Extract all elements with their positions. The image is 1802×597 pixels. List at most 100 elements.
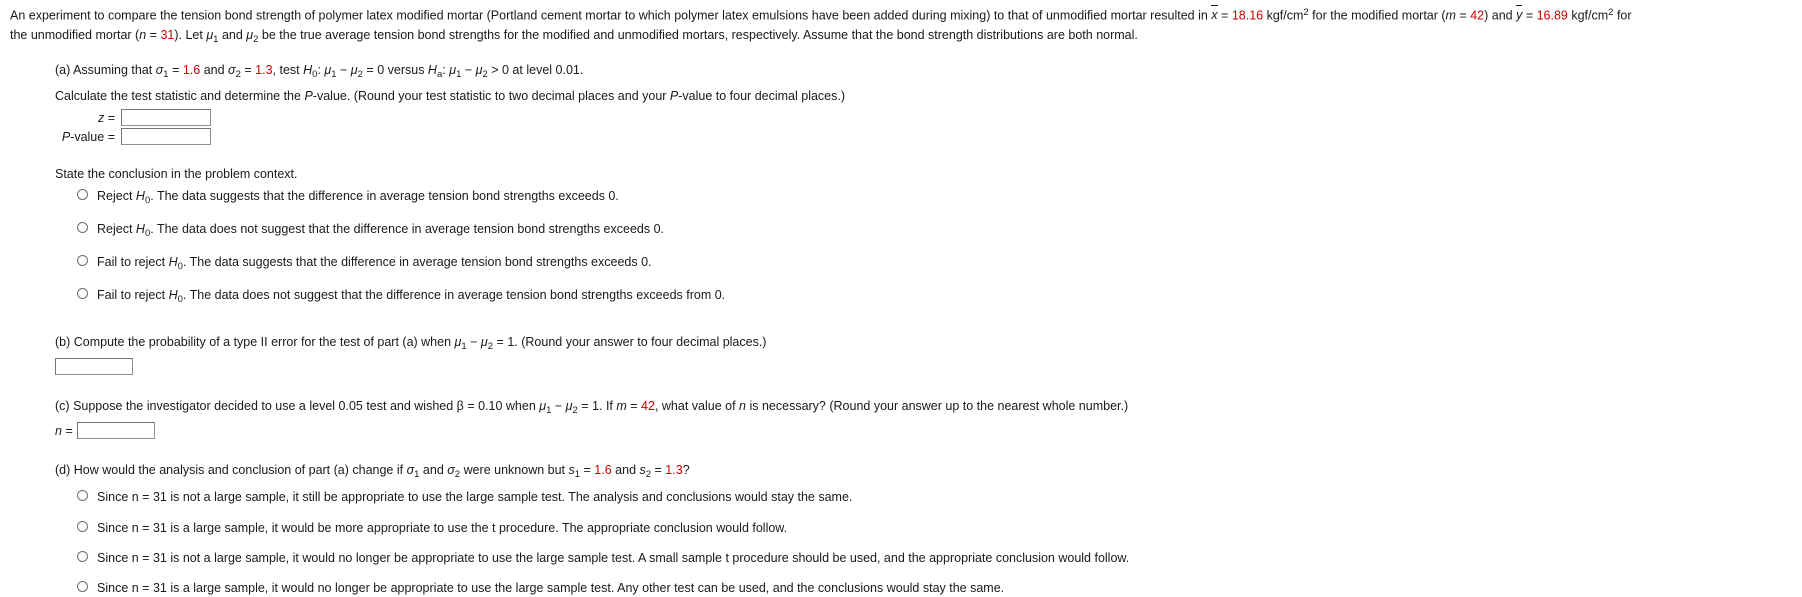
xbar-value: 18.16 [1231, 8, 1264, 23]
n-value: 31 [160, 27, 175, 42]
radio-icon[interactable] [77, 222, 88, 234]
part-d-section: (d) How would the analysis and conclusio… [0, 461, 1802, 597]
s2-subscript: 2 [645, 469, 652, 481]
option-label: Fail to reject H0. The data suggests tha… [97, 255, 652, 273]
sigma2-value: 1.3 [255, 63, 273, 78]
intro-text-mid: for the modified mortar ( [1308, 8, 1446, 23]
p-italic-2: P [669, 88, 679, 103]
part-a-label: (a) [55, 63, 71, 78]
intro-line2-pre: the unmodified mortar ( [10, 27, 140, 42]
h0-symbol: H [303, 63, 313, 78]
intro-text-for: for [1613, 8, 1632, 23]
mu1-ref2-sub: 1 [456, 69, 462, 81]
part-a-option-4[interactable]: Fail to reject H0. The data does not sug… [55, 286, 1802, 307]
z-input[interactable] [121, 109, 211, 127]
problem-page: An experiment to compare the tension bon… [0, 0, 1802, 595]
pvalue-label: P-value = [61, 129, 115, 144]
ha-symbol: H [427, 63, 437, 78]
mu1-subscript: 1 [213, 33, 219, 45]
part-b-text-post: = 1. (Round your answer to four decimal … [493, 334, 767, 349]
radio-icon[interactable] [77, 490, 88, 502]
part-c-m-symbol: m [616, 398, 627, 413]
mu1-ref3-sub: 1 [461, 340, 467, 352]
h0-subscript: 0 [312, 69, 318, 81]
option-label: Since n = 31 is not a large sample, it w… [97, 550, 1130, 565]
option-label: Reject H0. The data suggests that the di… [97, 189, 619, 207]
mu2-ref-sub: 2 [357, 69, 363, 81]
z-field-row: z = [55, 109, 1802, 127]
radio-icon[interactable] [77, 520, 88, 532]
part-c-question: (c) Suppose the investigator decided to … [55, 398, 1129, 416]
conclusion-prompt: State the conclusion in the problem cont… [55, 167, 298, 182]
n-label: n = [55, 423, 73, 438]
part-a-option-3[interactable]: Fail to reject H0. The data suggests tha… [55, 253, 1802, 274]
mu1-ref-sub: 1 [331, 69, 337, 81]
significance-level: 0.01 [555, 63, 580, 78]
part-b-question: (b) Compute the probability of a type II… [55, 334, 767, 352]
sigma1-value: 1.6 [182, 63, 201, 78]
option-label: Since n = 31 is not a large sample, it s… [97, 490, 853, 505]
pvalue-input[interactable] [121, 128, 211, 146]
radio-icon[interactable] [77, 550, 88, 562]
radio-icon[interactable] [77, 287, 88, 299]
intro-text-part1: An experiment to compare the tension bon… [10, 8, 1212, 23]
radio-icon[interactable] [77, 580, 88, 592]
radio-icon[interactable] [77, 255, 88, 267]
n-symbol: n [139, 27, 147, 42]
part-b-label: (b) [55, 334, 71, 349]
y-bar-symbol: y [1516, 4, 1523, 25]
mu2-ref4: μ [565, 398, 573, 413]
m-value: 42 [1470, 8, 1485, 23]
part-d-option-4[interactable]: Since n = 31 is a large sample, it would… [55, 579, 1802, 597]
mu2-ref3: μ [480, 334, 488, 349]
part-c-m-value: 42 [641, 398, 655, 413]
intro-line2-tail: be the true average tension bond strengt… [258, 27, 1138, 42]
sigma1-ref-sub: 1 [414, 469, 420, 481]
part-d-option-1[interactable]: Since n = 31 is not a large sample, it s… [55, 488, 1802, 506]
part-a-question: (a) Assuming that σ1 = 1.6 and σ2 = 1.3,… [55, 63, 584, 81]
n-italic: n [739, 398, 746, 413]
pvalue-field-row: P-value = [55, 128, 1802, 146]
s1-subscript: 1 [574, 469, 581, 481]
intro-line2-post: ). Let [174, 27, 207, 42]
part-c-section: (c) Suppose the investigator decided to … [0, 397, 1802, 440]
part-a-option-1[interactable]: Reject H0. The data suggests that the di… [55, 187, 1802, 208]
part-b-section: (b) Compute the probability of a type II… [0, 333, 1802, 375]
option-label: Reject H0. The data does not suggest tha… [97, 222, 665, 240]
n-input[interactable] [77, 422, 155, 440]
part-c-text-mid: = 1. If [577, 398, 617, 413]
part-b-text-pre: Compute the probability of a type II err… [73, 334, 455, 349]
sigma1-subscript: 1 [163, 69, 169, 81]
part-a-instruction: Calculate the test statistic and determi… [55, 88, 846, 103]
part-c-label: (c) [55, 398, 70, 413]
part-a-section: (a) Assuming that σ1 = 1.6 and σ2 = 1.3,… [0, 61, 1802, 306]
ybar-units: kgf/cm [1571, 8, 1609, 23]
part-a-option-2[interactable]: Reject H0. The data does not suggest tha… [55, 220, 1802, 241]
mu2-ref: μ [350, 63, 358, 78]
m-symbol: m [1445, 8, 1456, 23]
ha-subscript: a [436, 69, 443, 81]
option-label: Since n = 31 is a large sample, it would… [97, 580, 1005, 595]
sigma2-ref-sub: 2 [454, 469, 461, 481]
radio-icon[interactable] [77, 189, 88, 201]
problem-statement: An experiment to compare the tension bon… [0, 0, 1802, 47]
mu1-ref4-sub: 1 [546, 404, 552, 416]
part-d-option-2[interactable]: Since n = 31 is a large sample, it would… [55, 519, 1802, 537]
sigma1-ref: σ [406, 463, 415, 478]
part-d-label: (d) [55, 463, 71, 478]
ybar-value: 16.89 [1536, 8, 1568, 23]
part-b-field-row [55, 357, 1802, 375]
option-label: Fail to reject H0. The data does not sug… [97, 287, 726, 305]
part-d-option-3[interactable]: Since n = 31 is not a large sample, it w… [55, 549, 1802, 567]
p-italic: P [304, 88, 313, 103]
sigma2-subscript: 2 [235, 69, 241, 81]
part-d-question: (d) How would the analysis and conclusio… [55, 463, 690, 481]
part-a-options: Reject H0. The data suggests that the di… [55, 187, 1802, 306]
type-ii-error-input[interactable] [55, 357, 133, 375]
part-c-text-pre: Suppose the investigator decided to use … [73, 398, 540, 413]
z-label: z = [97, 110, 115, 125]
s2-value: 1.3 [665, 463, 683, 478]
sigma2-symbol: σ [228, 63, 236, 78]
sigma2-ref: σ [447, 463, 455, 478]
intro-text-and: ) and [1484, 8, 1517, 23]
